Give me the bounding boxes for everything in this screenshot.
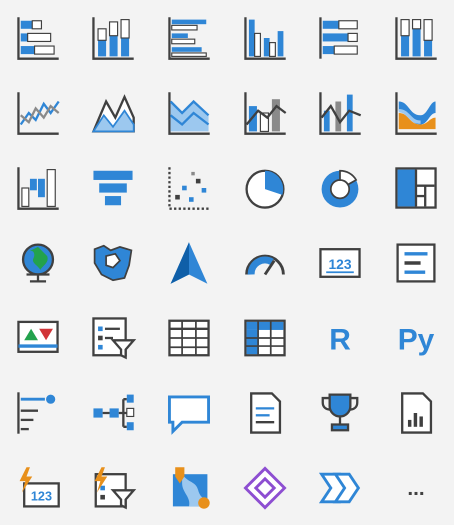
matrix-icon (244, 319, 286, 356)
kpi-icon (17, 320, 59, 353)
visual-waterfall-chart[interactable] (0, 150, 76, 225)
visual-donut-chart[interactable] (303, 150, 379, 225)
clustered-bar-chart-icon (168, 16, 210, 60)
visual-decomposition-tree[interactable] (76, 375, 152, 450)
more-visuals-label: ... (407, 476, 424, 499)
visualizations-grid: 123 R Py 123 ... (0, 0, 454, 525)
gauge-icon (244, 254, 285, 275)
visual-key-influencers[interactable] (0, 375, 76, 450)
card-icon-label: 123 (329, 256, 352, 271)
pie-chart-icon (245, 169, 285, 209)
visual-new-card[interactable]: 123 (0, 450, 76, 525)
area-chart-icon (92, 93, 136, 133)
visual-pie-chart[interactable] (227, 150, 303, 225)
visual-power-apps[interactable] (303, 450, 379, 525)
donut-chart-icon (322, 169, 359, 208)
visual-stacked-bar-chart[interactable] (0, 0, 76, 75)
shape-map-icon (243, 465, 287, 510)
card-icon: 123 (319, 247, 362, 278)
visual-line-chart[interactable] (0, 75, 76, 150)
visual-r-script[interactable]: R (303, 300, 379, 375)
visual-card[interactable]: 123 (303, 225, 379, 300)
visual-kpi[interactable] (0, 300, 76, 375)
azure-map-icon (170, 241, 208, 284)
qa-icon (168, 394, 211, 435)
funnel-icon (93, 170, 134, 205)
visual-ribbon-chart[interactable] (378, 75, 454, 150)
visual-gauge[interactable] (227, 225, 303, 300)
key-influencers-icon (17, 391, 56, 434)
visual-stacked-column-chart[interactable] (76, 0, 152, 75)
r-script-visual-icon: R (330, 323, 352, 356)
visual-matrix[interactable] (227, 300, 303, 375)
visual-stacked-area-chart[interactable] (151, 75, 227, 150)
visual-arcgis-map[interactable] (151, 450, 227, 525)
goals-trophy-icon (322, 392, 359, 431)
visual-new-slicer[interactable] (76, 450, 152, 525)
decomposition-tree-icon (93, 394, 135, 430)
clustered-column-chart-icon (244, 16, 286, 60)
visual-map[interactable] (0, 225, 76, 300)
treemap-icon (395, 166, 437, 209)
visual-python[interactable]: Py (378, 300, 454, 375)
visual-multi-row-card[interactable] (378, 225, 454, 300)
paginated-report-icon (401, 391, 433, 434)
arcgis-map-icon (173, 466, 210, 509)
python-visual-label: Py (398, 323, 435, 356)
visual-funnel[interactable] (76, 150, 152, 225)
visual-azure-map[interactable] (151, 225, 227, 300)
visual-goals[interactable] (303, 375, 379, 450)
visual-slicer[interactable] (76, 300, 152, 375)
100-percent-stacked-column-chart-icon (395, 16, 437, 60)
line-and-clustered-column-chart-icon (319, 91, 362, 135)
stacked-column-chart-icon (92, 16, 135, 60)
100-percent-stacked-bar-chart-icon (319, 16, 359, 59)
multi-row-card-icon (396, 242, 436, 283)
new-card-icon: 123 (19, 466, 60, 508)
ribbon-chart-icon (395, 91, 437, 135)
table-icon (168, 319, 210, 356)
visual-line-and-stacked-column-chart[interactable] (227, 75, 303, 150)
visual-clustered-column-chart[interactable] (227, 0, 303, 75)
visual-qa[interactable] (151, 375, 227, 450)
r-script-visual-label: R (330, 323, 352, 356)
line-and-stacked-column-chart-icon (244, 91, 287, 135)
smart-narrative-icon (249, 391, 281, 434)
visual-scatter-chart[interactable] (151, 150, 227, 225)
visual-shape-map[interactable] (227, 450, 303, 525)
visual-filled-map[interactable] (76, 225, 152, 300)
new-card-icon-label: 123 (31, 489, 52, 503)
filled-map-icon (94, 244, 133, 281)
visual-more-visuals[interactable]: ... (378, 450, 454, 525)
visual-table[interactable] (151, 300, 227, 375)
visual-area-chart[interactable] (76, 75, 152, 150)
visual-treemap[interactable] (378, 150, 454, 225)
new-slicer-icon (95, 466, 137, 509)
visual-smart-narrative[interactable] (227, 375, 303, 450)
more-visuals-icon: ... (407, 476, 424, 499)
slicer-icon (92, 316, 137, 359)
visual-100-percent-stacked-column-chart[interactable] (378, 0, 454, 75)
stacked-bar-chart-icon (17, 16, 59, 60)
visual-100-percent-stacked-bar-chart[interactable] (303, 0, 379, 75)
waterfall-chart-icon (17, 166, 59, 210)
stacked-area-chart-icon (168, 91, 210, 135)
scatter-chart-icon (168, 166, 210, 210)
visual-clustered-bar-chart[interactable] (151, 0, 227, 75)
visual-line-and-clustered-column-chart[interactable] (303, 75, 379, 150)
power-apps-icon (319, 472, 361, 503)
python-visual-icon: Py (398, 323, 435, 356)
line-chart-icon (17, 91, 60, 135)
visual-paginated-report[interactable] (378, 375, 454, 450)
map-globe-icon (21, 242, 54, 283)
